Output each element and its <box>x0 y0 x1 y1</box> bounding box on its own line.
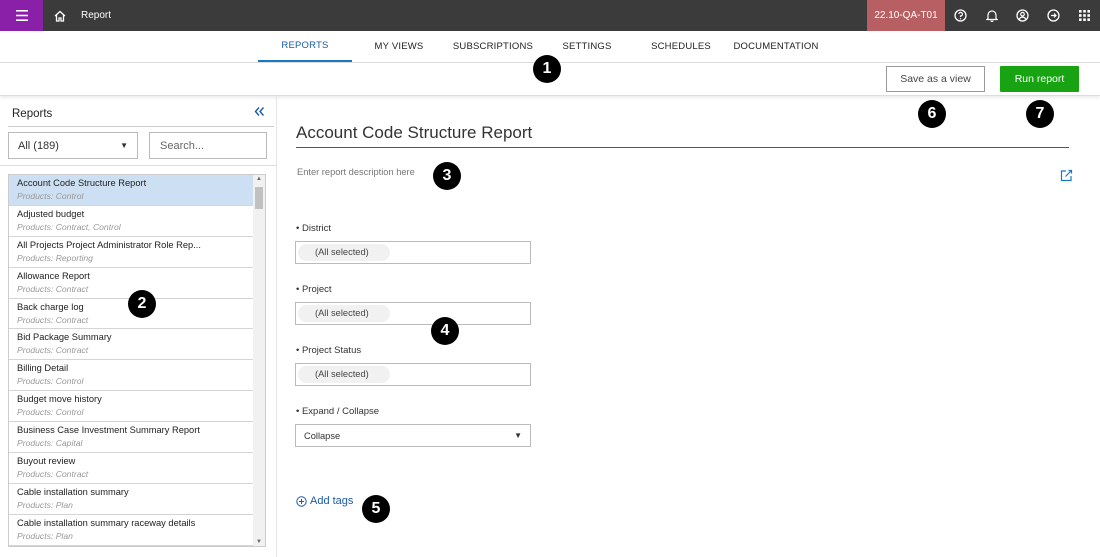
report-products: Products: Control <box>17 407 84 418</box>
tab-schedules[interactable]: SCHEDULES <box>642 31 720 62</box>
report-name: Budget move history <box>17 394 102 405</box>
add-tags-label: Add tags <box>310 495 354 507</box>
list-item[interactable]: Cable installation summary Products: Pla… <box>9 484 254 515</box>
report-products: Products: Capital <box>17 438 83 449</box>
report-search-input[interactable] <box>149 132 267 159</box>
project-status-value: (All selected) <box>298 366 390 383</box>
tab-reports[interactable]: REPORTS <box>258 31 352 62</box>
callout-marker: 6 <box>918 100 946 128</box>
report-products: Products: Control <box>17 191 84 201</box>
callout-marker: 5 <box>362 495 390 523</box>
report-products: Products: Contract <box>17 314 89 325</box>
logout-icon[interactable] <box>1038 0 1069 31</box>
list-item[interactable]: Bid Package Summary Products: Contract <box>9 329 254 361</box>
project-value: (All selected) <box>298 305 390 322</box>
report-name: Adjusted budget <box>17 208 85 219</box>
edit-description-icon[interactable] <box>1060 169 1073 187</box>
report-products: Products: Plan <box>17 530 73 541</box>
district-value: (All selected) <box>298 244 390 261</box>
sidebar-divider-lower <box>0 165 277 166</box>
callout-marker: 7 <box>1026 100 1054 128</box>
list-item[interactable]: Buyout review Products: Contract <box>9 453 254 484</box>
report-name: Cable installation summary raceway detai… <box>17 517 196 528</box>
list-item[interactable]: Cable installation summary raceway detai… <box>9 515 254 546</box>
callout-marker: 1 <box>533 55 561 83</box>
report-products: Products: Contract <box>17 469 89 480</box>
home-icon[interactable] <box>43 0 77 31</box>
report-list: Account Code Structure Report Products: … <box>8 174 266 547</box>
report-name: Account Code Structure Report <box>17 178 147 188</box>
report-name: Buyout review <box>17 456 76 467</box>
list-item[interactable]: Adjusted budget Products: Contract, Cont… <box>9 206 254 237</box>
environment-badge: 22.10-QA-T01 <box>867 0 945 31</box>
tab-subscriptions[interactable]: SUBSCRIPTIONS <box>447 31 539 62</box>
run-report-button[interactable]: Run report <box>1000 66 1079 92</box>
callout-marker: 3 <box>433 162 461 190</box>
help-icon[interactable] <box>945 0 976 31</box>
scroll-up-icon[interactable]: ▲ <box>256 176 262 182</box>
project-field[interactable]: (All selected) <box>295 302 531 325</box>
district-field[interactable]: (All selected) <box>295 241 531 264</box>
district-label: • District <box>296 223 331 234</box>
report-products: Products: Contract <box>17 345 89 356</box>
tab-settings[interactable]: SETTINGS <box>548 31 626 62</box>
project-status-label: • Project Status <box>296 345 362 356</box>
report-detail-panel: Account Code Structure Report Enter repo… <box>277 96 1100 557</box>
report-products: Products: Plan <box>17 499 73 510</box>
sidebar-title: Reports <box>12 108 53 120</box>
scrollbar-thumb[interactable] <box>255 187 263 209</box>
list-item[interactable]: Account Code Structure Report Products: … <box>9 175 254 206</box>
hamburger-menu-icon[interactable] <box>0 0 43 31</box>
apps-grid-icon[interactable] <box>1069 0 1100 31</box>
report-filter-dropdown[interactable]: All (189) ▼ <box>8 132 138 159</box>
list-item[interactable]: All Projects Project Administrator Role … <box>9 237 254 268</box>
report-name: Business Case Investment Summary Report <box>17 425 200 436</box>
report-name: Bid Package Summary <box>17 332 112 343</box>
chevron-down-icon: ▼ <box>120 141 128 150</box>
list-item[interactable]: Budget move history Products: Control <box>9 391 254 423</box>
add-circle-icon <box>296 495 307 507</box>
callout-marker: 2 <box>128 290 156 318</box>
sidebar-divider <box>8 126 274 127</box>
top-bar: Report 22.10-QA-T01 <box>0 0 1100 31</box>
report-name: Cable installation summary <box>17 486 129 497</box>
report-products: Products: Reporting <box>17 252 93 263</box>
expand-collapse-value: Collapse <box>304 430 341 441</box>
report-description[interactable]: Enter report description here <box>297 167 415 177</box>
report-name: All Projects Project Administrator Role … <box>17 239 201 250</box>
filter-value: All (189) <box>18 139 59 152</box>
callout-marker: 4 <box>431 317 459 345</box>
project-status-field[interactable]: (All selected) <box>295 363 531 386</box>
add-tags-link[interactable]: Add tags <box>296 495 353 507</box>
collapse-sidebar-icon[interactable] <box>254 104 265 122</box>
report-name: Billing Detail <box>17 363 69 374</box>
report-products: Products: Control <box>17 376 84 387</box>
report-title: Account Code Structure Report <box>296 123 533 142</box>
expand-collapse-label: • Expand / Collapse <box>296 406 380 417</box>
expand-collapse-dropdown[interactable]: Collapse ▼ <box>295 424 531 447</box>
project-label: • Project <box>296 284 332 295</box>
title-divider <box>296 147 1069 148</box>
save-as-view-button[interactable]: Save as a view <box>886 66 985 92</box>
tab-documentation[interactable]: DOCUMENTATION <box>728 31 824 62</box>
chevron-down-icon: ▼ <box>514 431 522 440</box>
scroll-down-icon[interactable]: ▼ <box>256 539 262 545</box>
list-item[interactable]: Business Case Investment Summary Report … <box>9 422 254 454</box>
report-name: Allowance Report <box>17 270 90 281</box>
app-title: Report <box>81 10 112 21</box>
user-profile-icon[interactable] <box>1007 0 1038 31</box>
list-scrollbar[interactable]: ▲ ▼ <box>253 175 265 546</box>
report-products: Products: Contract, Control <box>17 221 121 232</box>
reports-sidebar: Reports All (189) ▼ Account Code Structu… <box>0 96 277 557</box>
list-item[interactable]: Billing Detail Products: Control <box>9 360 254 392</box>
tab-my-views[interactable]: MY VIEWS <box>360 31 438 62</box>
notifications-bell-icon[interactable] <box>976 0 1007 31</box>
